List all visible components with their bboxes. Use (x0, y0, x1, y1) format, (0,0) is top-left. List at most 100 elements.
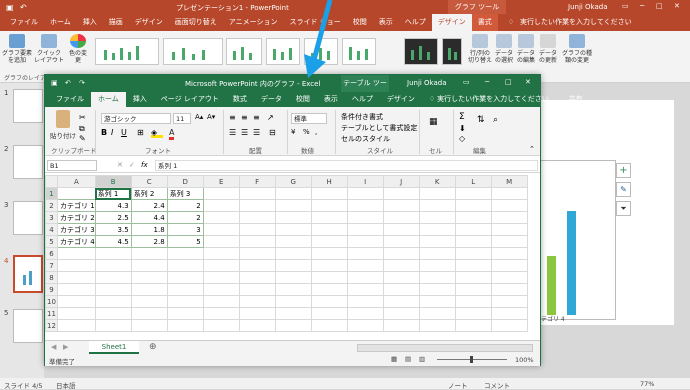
worksheet-grid[interactable]: ABCDEFGHIJKLM 1 系列 1 系列 2 系列 3 2 カテゴリ 1 4.3 2.4… (45, 175, 540, 340)
sheet-cell[interactable] (202, 223, 240, 236)
change-chart-type-button[interactable]: グラフの種類の変更 (562, 34, 592, 64)
sheet-cell[interactable] (166, 295, 204, 308)
fill-color-icon[interactable]: ◈ (151, 128, 163, 138)
sheet-cell[interactable] (94, 271, 132, 284)
sheet-cell[interactable] (274, 307, 312, 320)
cut-icon[interactable]: ✂ (79, 113, 86, 122)
column-header[interactable]: G (274, 175, 312, 188)
sheet-cell[interactable] (166, 319, 204, 332)
sheet-cell[interactable] (346, 295, 384, 308)
insert-function-icon[interactable]: fx (141, 161, 148, 169)
sheet-cell[interactable] (57, 187, 96, 200)
sheet-cell[interactable] (346, 199, 384, 212)
sheet-cell[interactable] (130, 307, 168, 320)
collapse-ribbon-icon[interactable]: ⌃ (529, 145, 535, 153)
excel-tab-home[interactable]: ホーム (91, 92, 126, 107)
row-header[interactable]: 3 (45, 211, 58, 224)
sheet-cell[interactable] (238, 307, 276, 320)
sheet-cell[interactable] (238, 295, 276, 308)
align-center-icon[interactable]: ☰ (241, 128, 248, 137)
sheet-cell[interactable]: 5 (166, 235, 204, 248)
align-bottom-icon[interactable]: ≡ (253, 113, 260, 122)
sheet-cell[interactable] (166, 259, 204, 272)
sheet-cell[interactable] (490, 307, 528, 320)
close-icon[interactable]: ✕ (674, 2, 680, 10)
chart-filter-icon[interactable]: ⏷ (616, 201, 631, 216)
autosum-icon[interactable]: Σ (459, 112, 465, 122)
sheet-cell[interactable] (202, 271, 240, 284)
number-format-select[interactable]: 標準 (291, 113, 327, 124)
row-header[interactable]: 11 (45, 307, 58, 320)
sheet-cell[interactable] (202, 283, 240, 296)
sheet-cell[interactable] (310, 247, 348, 260)
column-header[interactable]: E (202, 175, 240, 188)
excel-zoom-level[interactable]: 100% (515, 356, 534, 364)
sheet-cell[interactable] (238, 259, 276, 272)
row-header[interactable]: 4 (45, 223, 58, 236)
font-grow-icon[interactable]: A▴ (195, 113, 203, 121)
sheet-cell[interactable] (454, 247, 492, 260)
sheet-cell[interactable] (310, 319, 348, 332)
sheet-cell[interactable]: 2 (166, 199, 204, 212)
sheet-cell[interactable] (238, 199, 276, 212)
tab-home[interactable]: ホーム (44, 14, 77, 31)
sheet-cell[interactable] (57, 295, 96, 308)
sheet-cell[interactable] (238, 271, 276, 284)
chart-style-6[interactable] (342, 38, 376, 65)
sheet-cell[interactable] (382, 271, 420, 284)
sheet-cell[interactable] (454, 283, 492, 296)
sheet-cell[interactable] (382, 307, 420, 320)
sheet-cell[interactable]: 1.8 (130, 223, 168, 236)
sheet-cell[interactable] (166, 247, 204, 260)
font-shrink-icon[interactable]: A▾ (207, 113, 215, 121)
percent-icon[interactable]: % (303, 128, 310, 136)
excel-tab-help[interactable]: ヘルプ (345, 92, 380, 107)
row-header[interactable]: 8 (45, 271, 58, 284)
sheet-cell[interactable] (418, 307, 456, 320)
sheet-cell[interactable] (310, 223, 348, 236)
formula-input[interactable]: 系列 1 (155, 160, 538, 171)
sheet-cell[interactable] (57, 247, 96, 260)
tell-me-search[interactable]: 実行したい作業を入力してください (520, 14, 638, 31)
ppt-zoom-level[interactable]: 77% (640, 380, 654, 388)
row-header[interactable]: 2 (45, 199, 58, 212)
sheet-cell[interactable] (418, 223, 456, 236)
sheet-cell[interactable] (310, 307, 348, 320)
sheet-cell[interactable] (94, 295, 132, 308)
switch-row-column-button[interactable]: 行/列の切り替え (468, 34, 492, 64)
sheet-cell[interactable] (418, 235, 456, 248)
sheet-cell[interactable] (310, 259, 348, 272)
next-sheet-icon[interactable]: ▶ (63, 343, 68, 351)
sheet-cell[interactable] (454, 259, 492, 272)
sheet-cell[interactable] (310, 295, 348, 308)
sheet-cell[interactable] (346, 283, 384, 296)
sheet-cell[interactable] (490, 199, 528, 212)
sheet-cell[interactable] (94, 247, 132, 260)
sheet-cell[interactable] (166, 307, 204, 320)
sheet-cell[interactable]: 3.5 (94, 223, 132, 236)
sheet-cell[interactable] (130, 259, 168, 272)
fill-icon[interactable]: ⬇ (459, 124, 466, 133)
sheet-cell[interactable] (202, 319, 240, 332)
select-all-corner[interactable] (45, 175, 58, 188)
sheet-cell[interactable]: 2.5 (94, 211, 132, 224)
sheet-cell[interactable] (94, 319, 132, 332)
tab-review[interactable]: 校閲 (347, 14, 373, 31)
sheet-cell[interactable] (346, 319, 384, 332)
chart-style-2[interactable] (163, 38, 223, 65)
sheet-cell[interactable] (490, 295, 528, 308)
format-painter-icon[interactable]: ✎ (79, 134, 86, 143)
sheet-cell[interactable] (94, 307, 132, 320)
minimize-icon[interactable]: ─ (640, 2, 644, 10)
tab-view[interactable]: 表示 (373, 14, 399, 31)
sheet-cell[interactable] (346, 259, 384, 272)
sheet-cell[interactable] (310, 187, 348, 200)
sheet-cell[interactable] (346, 247, 384, 260)
slide-thumbnail-3[interactable] (13, 201, 43, 235)
excel-tab-page-layout[interactable]: ページ レイアウト (154, 92, 226, 107)
sheet-cell[interactable] (382, 223, 420, 236)
sheet-cell[interactable] (346, 235, 384, 248)
paste-button[interactable]: 貼り付け (49, 110, 77, 140)
conditional-format-button[interactable]: 条件付き書式 (341, 112, 383, 122)
excel-save-icon[interactable]: ▣ (51, 79, 58, 87)
